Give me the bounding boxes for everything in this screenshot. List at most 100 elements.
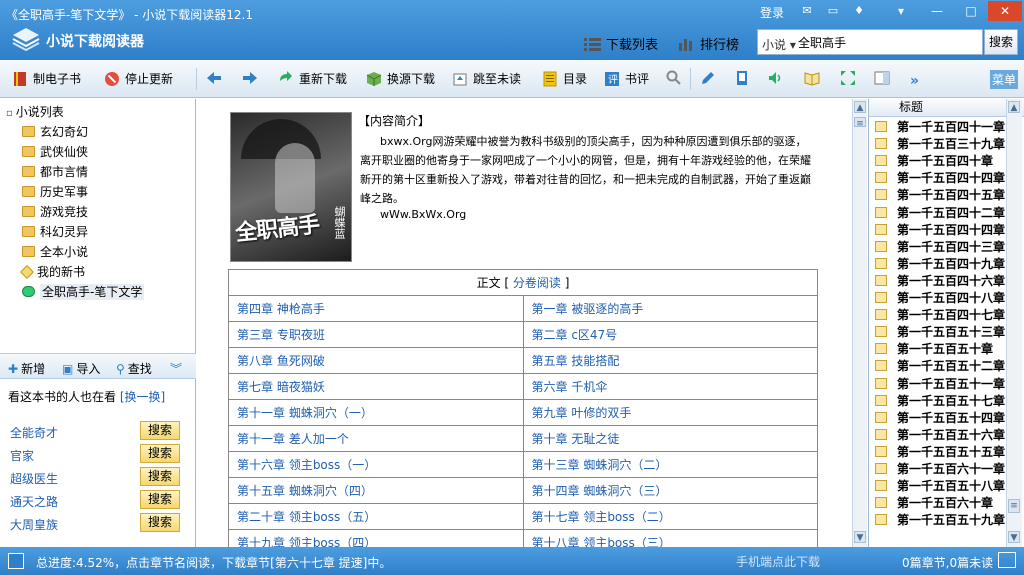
chapter-link[interactable]: 第十三章 蜘蛛洞穴（二） <box>522 451 818 478</box>
chapter-link[interactable]: 第十八章 领主boss（三） <box>522 529 818 547</box>
menu-icon[interactable]: ▾ <box>884 1 918 21</box>
chapter-link[interactable]: 第三章 专职夜班 <box>228 321 524 348</box>
chapter-link[interactable]: 第十一章 蜘蛛洞穴（一） <box>228 399 524 426</box>
chapter-link[interactable]: 第十七章 领主boss（二） <box>522 503 818 530</box>
chapter-link[interactable]: 第六章 千机伞 <box>522 373 818 400</box>
sidebar-item-fantasy[interactable]: 玄幻奇幻 <box>22 123 88 140</box>
chapter-list-item[interactable]: 第一千五百四十七章 <box>875 306 1005 323</box>
panel-right-toggle-icon[interactable] <box>998 552 1016 568</box>
more-button[interactable]: » <box>910 70 931 89</box>
chapter-link[interactable]: 第二章 c区47号 <box>522 321 818 348</box>
chapter-list-item[interactable]: 第一千五百四十六章 <box>875 272 1005 289</box>
search-scope-select[interactable]: 小说 ▾ <box>762 36 796 53</box>
import-button[interactable]: ▣ 导入 <box>62 360 100 377</box>
chapter-link[interactable]: 第十一章 差人加一个 <box>228 425 524 452</box>
chapter-list-item[interactable]: 第一千五百四十三章 <box>875 238 1005 255</box>
chapter-list-item[interactable]: 第一千五百四十四章 <box>875 221 1005 238</box>
chapter-list-item[interactable]: 第一千五百五十六章 <box>875 426 1005 443</box>
chapter-link[interactable]: 第十四章 蜘蛛洞穴（三） <box>522 477 818 504</box>
bookmark-button[interactable] <box>734 70 755 86</box>
chapter-list-item[interactable]: 第一千五百五十五章 <box>875 443 1005 460</box>
stop-update-button[interactable]: 停止更新 <box>104 70 173 87</box>
redownload-button[interactable]: 重新下载 <box>278 70 347 87</box>
close-icon[interactable]: ✕ <box>988 1 1022 21</box>
chapter-list-header[interactable]: 标题 <box>869 99 1024 117</box>
chat-icon[interactable]: ▭ <box>826 5 840 17</box>
chapter-link[interactable]: 第十九章 领主boss（四） <box>228 529 524 547</box>
recommend-switch-link[interactable]: [换一换] <box>120 390 165 404</box>
scroll-down-icon[interactable]: ▼ <box>854 531 866 543</box>
chapter-link[interactable]: 第五章 技能搭配 <box>522 347 818 374</box>
open-book-button[interactable] <box>804 70 825 86</box>
volume-read-link[interactable]: 分卷阅读 <box>513 276 561 290</box>
chapter-list-item[interactable]: 第一千五百五十三章 <box>875 323 1005 340</box>
panel-toggle-icon[interactable] <box>8 553 24 569</box>
back-button[interactable] <box>206 70 227 86</box>
chapter-list-item[interactable]: 第一千五百四十九章 <box>875 255 1005 272</box>
find-button[interactable]: ⚲ 查找 <box>116 360 152 377</box>
sidebar-item-current-book[interactable]: 全职高手-笔下文学 <box>22 283 145 300</box>
chapter-list-item[interactable]: 第一千五百四十四章 <box>875 169 1005 186</box>
collapse-icon[interactable]: ︾ <box>170 360 185 377</box>
chapter-list-item[interactable]: 第一千五百六十章 <box>875 494 993 511</box>
search-tool-button[interactable] <box>666 70 687 86</box>
toc-button[interactable]: 目录 <box>542 70 587 87</box>
chapter-list-item[interactable]: 第一千五百六十一章 <box>875 460 1005 477</box>
sidebar-item-scifi[interactable]: 科幻灵异 <box>22 223 88 240</box>
shirt-icon[interactable]: ♦ <box>852 5 866 17</box>
mail-icon[interactable]: ✉ <box>800 5 814 17</box>
chapter-list-item[interactable]: 第一千五百四十五章 <box>875 186 1005 203</box>
make-ebook-button[interactable]: 制电子书 <box>12 70 81 87</box>
chapter-list-item[interactable]: 第一千五百五十二章 <box>875 357 1005 374</box>
chapter-list-item[interactable]: 第一千五百五十九章 <box>875 511 1005 528</box>
speak-button[interactable] <box>768 70 789 86</box>
login-link[interactable]: 登录 <box>760 4 784 21</box>
switch-source-button[interactable]: 换源下载 <box>366 70 435 87</box>
chapter-link[interactable]: 第十五章 蜘蛛洞穴（四） <box>228 477 524 504</box>
forward-button[interactable] <box>242 70 263 86</box>
tree-expander-icon[interactable]: ▫ <box>6 108 13 119</box>
review-button[interactable]: 评书评 <box>604 70 649 87</box>
ranking-button[interactable]: 排行榜 <box>678 34 739 53</box>
chapter-list-item[interactable]: 第一千五百五十七章 <box>875 392 1005 409</box>
sidebar-item-complete[interactable]: 全本小说 <box>22 243 88 260</box>
chapter-list-item[interactable]: 第一千五百四十二章 <box>875 204 1005 221</box>
layout-button[interactable] <box>874 70 895 86</box>
chapter-list-item[interactable]: 第一千五百五十八章 <box>875 477 1005 494</box>
chapter-link[interactable]: 第八章 鱼死网破 <box>228 347 524 374</box>
novel-list-root[interactable]: ▫ 小说列表 <box>6 103 64 120</box>
content-scrollbar[interactable]: ▲ ≡ ▼ <box>852 99 867 547</box>
recommend-search-button[interactable]: 搜索 <box>140 444 180 463</box>
scroll-up-icon[interactable]: ▲ <box>1008 101 1020 113</box>
sidebar-item-gaming[interactable]: 游戏竞技 <box>22 203 88 220</box>
sidebar-item-my-books[interactable]: 我的新书 <box>19 263 85 280</box>
recommend-search-button[interactable]: 搜索 <box>140 421 180 440</box>
chapter-link[interactable]: 第一章 被驱逐的高手 <box>522 295 818 322</box>
scroll-thumb[interactable]: ≡ <box>1008 499 1020 513</box>
chapter-link[interactable]: 第四章 神枪高手 <box>228 295 524 322</box>
minimize-icon[interactable]: — <box>920 1 954 21</box>
recommend-search-button[interactable]: 搜索 <box>140 513 180 532</box>
chapter-list-item[interactable]: 第一千五百五十四章 <box>875 409 1005 426</box>
scroll-up-icon[interactable]: ▲ <box>854 101 866 113</box>
add-button[interactable]: ✚ 新增 <box>8 360 45 377</box>
chapter-link[interactable]: 第十六章 领主boss（一） <box>228 451 524 478</box>
chapter-list-item[interactable]: 第一千五百五十章 <box>875 340 993 357</box>
chapter-list-item[interactable]: 第一千五百五十一章 <box>875 375 1005 392</box>
maximize-icon[interactable]: □ <box>954 1 988 21</box>
recommend-search-button[interactable]: 搜索 <box>140 490 180 509</box>
jump-unread-button[interactable]: 跳至未读 <box>452 70 521 87</box>
chapter-list-item[interactable]: 第一千五百四十章 <box>875 152 993 169</box>
scroll-down-icon[interactable]: ▼ <box>1008 531 1020 543</box>
sidebar-item-urban[interactable]: 都市言情 <box>22 163 88 180</box>
chapter-link[interactable]: 第九章 叶修的双手 <box>522 399 818 426</box>
chapter-link[interactable]: 第二十章 领主boss（五） <box>228 503 524 530</box>
scroll-thumb[interactable]: ≡ <box>854 117 866 129</box>
chapter-list-item[interactable]: 第一千五百四十一章 <box>875 118 1005 135</box>
mobile-download-link[interactable]: 手机端点此下载 <box>736 553 820 570</box>
chapter-list-item[interactable]: 第一千五百四十八章 <box>875 289 1005 306</box>
sidebar-item-wuxia[interactable]: 武侠仙侠 <box>22 143 88 160</box>
search-button[interactable]: 搜索 <box>984 29 1018 55</box>
chapter-link[interactable]: 第十章 无耻之徒 <box>522 425 818 452</box>
chapter-list-scrollbar[interactable]: ▲ ≡ ▼ <box>1006 99 1022 547</box>
